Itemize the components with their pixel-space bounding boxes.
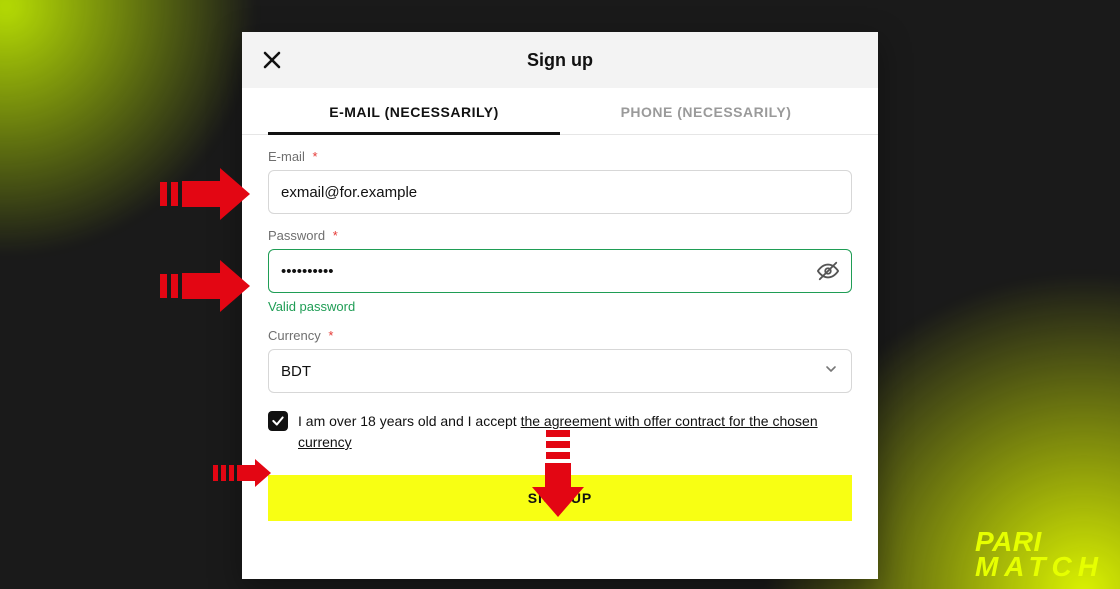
currency-value: BDT <box>281 363 311 380</box>
consent-prefix: I am over 18 years old and I accept <box>298 413 521 429</box>
password-field-group: Password * Valid password <box>268 228 852 314</box>
signup-form: E-mail * Password * Valid password <box>242 135 878 521</box>
email-field-group: E-mail * <box>268 149 852 214</box>
password-label: Password * <box>268 228 852 243</box>
toggle-password-visibility-button[interactable] <box>812 255 844 287</box>
signup-tabs: E-MAIL (NECESSARILY) PHONE (NECESSARILY) <box>242 88 878 135</box>
brand-logo-line2: MATCH <box>975 554 1104 579</box>
modal-title: Sign up <box>527 50 593 71</box>
tab-phone[interactable]: PHONE (NECESSARILY) <box>560 88 852 134</box>
currency-select[interactable]: BDT <box>268 349 852 393</box>
tab-email[interactable]: E-MAIL (NECESSARILY) <box>268 88 560 134</box>
app-background: PARI MATCH Sign up E-MAIL (NECESSARILY) … <box>0 0 1120 589</box>
password-valid-hint: Valid password <box>268 299 852 314</box>
consent-row: I am over 18 years old and I accept the … <box>268 411 852 453</box>
currency-label: Currency * <box>268 328 852 343</box>
eye-off-icon <box>817 260 839 282</box>
email-label: E-mail * <box>268 149 852 164</box>
password-label-text: Password <box>268 228 325 243</box>
check-icon <box>271 414 285 428</box>
chevron-down-icon <box>823 361 839 381</box>
required-mark: * <box>312 149 317 164</box>
close-button[interactable] <box>260 48 284 72</box>
password-input[interactable] <box>268 249 852 293</box>
consent-text: I am over 18 years old and I accept the … <box>298 411 852 453</box>
required-mark: * <box>333 228 338 243</box>
currency-field-group: Currency * BDT <box>268 328 852 393</box>
signup-modal: Sign up E-MAIL (NECESSARILY) PHONE (NECE… <box>242 32 878 579</box>
close-icon <box>263 51 281 69</box>
age-consent-checkbox[interactable] <box>268 411 288 431</box>
email-label-text: E-mail <box>268 149 305 164</box>
modal-header: Sign up <box>242 32 878 88</box>
required-mark: * <box>328 328 333 343</box>
annotation-arrow-email <box>160 168 250 220</box>
brand-logo: PARI MATCH <box>975 529 1104 579</box>
email-input[interactable] <box>268 170 852 214</box>
annotation-arrow-password <box>160 260 250 312</box>
signup-submit-button[interactable]: SIGN UP <box>268 475 852 521</box>
currency-label-text: Currency <box>268 328 321 343</box>
password-input-wrap <box>268 249 852 293</box>
